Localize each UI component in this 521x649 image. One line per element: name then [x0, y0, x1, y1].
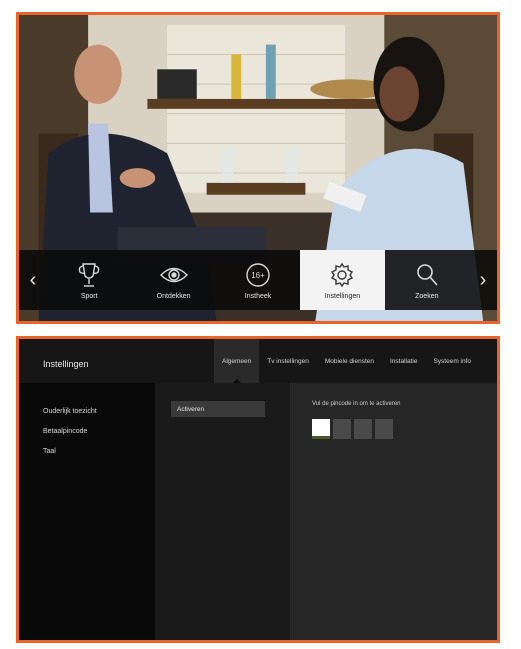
- eye-icon: [159, 267, 188, 282]
- pin-panel: Vul de pincode in om te activeren: [290, 383, 497, 640]
- pin-digit-box[interactable]: [312, 419, 330, 439]
- activate-button[interactable]: Activeren: [171, 401, 265, 417]
- search-icon: [417, 263, 438, 286]
- menu-right-arrow[interactable]: ›: [469, 250, 497, 310]
- trophy-icon: [78, 262, 100, 287]
- rating-badge-text: 16+: [251, 271, 265, 280]
- settings-header: Instellingen Algemeen Tv instellingen Mo…: [19, 339, 497, 383]
- menu-item-label: Ontdekken: [156, 292, 191, 300]
- gear-icon: [331, 262, 354, 287]
- menu-item-label: Zoeken: [415, 292, 439, 300]
- menu-item-label: Instheek: [244, 292, 272, 300]
- menu-left-arrow[interactable]: ‹: [19, 250, 47, 310]
- tab-systeem-info[interactable]: Systeem info: [425, 339, 479, 383]
- settings-options: Activeren: [155, 383, 290, 640]
- pin-digit-box[interactable]: [333, 419, 351, 439]
- pin-digit-box[interactable]: [354, 419, 372, 439]
- menu-item-label: Instellingen: [324, 292, 361, 300]
- tab-installatie[interactable]: Installatie: [382, 339, 425, 383]
- menu-item-instellingen[interactable]: Instellingen: [300, 250, 385, 310]
- pin-prompt: Vul de pincode in om te activeren: [312, 401, 401, 407]
- tab-algemeen[interactable]: Algemeen: [214, 339, 260, 383]
- menu-item-zoeken[interactable]: Zoeken: [385, 250, 469, 310]
- menu-item-label: Sport: [80, 292, 98, 300]
- pin-digit-box[interactable]: [375, 419, 393, 439]
- rating-16-icon: 16+: [246, 262, 270, 287]
- menu-item-ontdekken[interactable]: Ontdekken: [131, 250, 215, 310]
- main-menu-bar: ‹ Sport Ontdekken 16+ Instheek Instellin…: [19, 250, 497, 310]
- tv-screen-settings: Instellingen Algemeen Tv instellingen Mo…: [16, 336, 500, 643]
- settings-list: Ouderlijk toezicht Betaalpincode Taal: [19, 383, 155, 640]
- pin-input[interactable]: [312, 419, 393, 439]
- settings-item-taal[interactable]: Taal: [19, 441, 155, 461]
- settings-item-ouderlijk-toezicht[interactable]: Ouderlijk toezicht: [19, 401, 155, 421]
- menu-item-instheek[interactable]: 16+ Instheek: [216, 250, 300, 310]
- page-title: Instellingen: [43, 359, 89, 369]
- tab-tv-instellingen[interactable]: Tv instellingen: [259, 339, 317, 383]
- settings-item-betaalpincode[interactable]: Betaalpincode: [19, 421, 155, 441]
- menu-item-sport[interactable]: Sport: [47, 250, 131, 310]
- tv-screen-top: ‹ Sport Ontdekken 16+ Instheek Instellin…: [16, 12, 500, 324]
- settings-tabs: Algemeen Tv instellingen Mobiele dienste…: [214, 339, 479, 383]
- tab-mobiele-diensten[interactable]: Mobiele diensten: [317, 339, 382, 383]
